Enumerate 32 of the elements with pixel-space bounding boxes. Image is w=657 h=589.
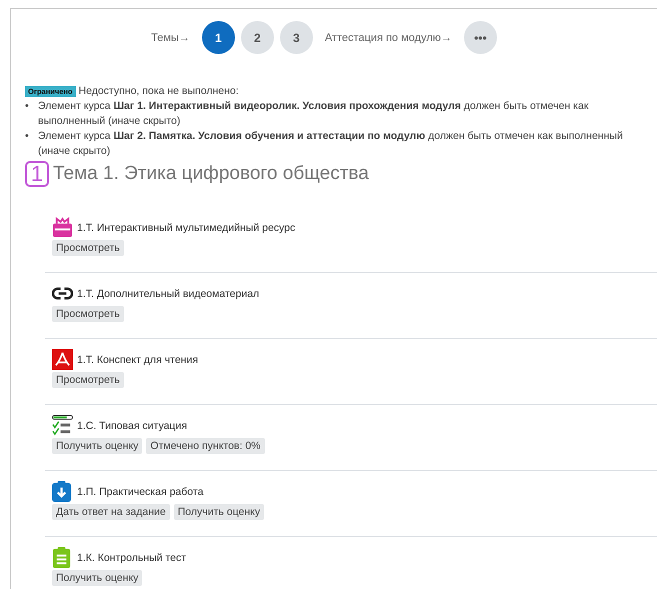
activity-button[interactable]: Просмотреть [52,306,124,322]
activity-button[interactable]: Просмотреть [52,240,124,256]
clipboard-icon [52,547,73,568]
pdf-icon [52,349,73,370]
activity-link[interactable]: 1.П. Практическая работа [77,486,204,498]
download-icon [52,481,73,502]
topic-button[interactable]: 2 [240,21,274,54]
checklist-icon [52,415,73,436]
section-number-icon: 1 [25,161,49,187]
restriction-condition: Элемент курса Шаг 2. Памятка. Условия обучения и аттестации по модулю должен быть отмечен как выполненный (иначе скрыто) [38,129,624,159]
bullet: • [25,129,30,144]
restriction-condition: Элемент курса Шаг 1. Интерактивный видеоролик. Условия прохождения модуля должен быть отмечен как выполненный (иначе скрыто) [38,99,590,129]
activity-link[interactable]: 1.Т. Конспект для чтения [77,354,198,366]
topic-button[interactable]: 3 [280,21,313,54]
activity-link[interactable]: 1.К. Контрольный тест [77,552,186,564]
activity-link[interactable]: 1.С. Типовая ситуация [77,420,187,432]
activity-button[interactable]: Дать ответ на задание [52,504,170,520]
activity-button[interactable]: Получить оценку [52,438,142,454]
topic-button[interactable]: 1 [202,21,235,54]
nav-label: Аттестация по модулю→ [324,32,452,44]
activity-button[interactable]: Просмотреть [52,372,124,388]
section-title: Тема 1. Этика цифрового общества [53,163,369,185]
bullet: • [25,99,30,114]
restriction-intro: Недоступно, пока не выполнено: [78,85,239,97]
activity-link[interactable]: 1.Т. Дополнительный видеоматериал [77,288,260,300]
topic-button[interactable]: ••• [464,21,497,54]
activity-button[interactable]: Отмечено пунктов: 0% [146,438,265,454]
activity-link[interactable]: 1.Т. Интерактивный мультимедийный ресурс [77,222,296,234]
nav-label: Темы→ [151,32,190,44]
gift-icon [52,217,73,238]
activity-button[interactable]: Получить оценку [52,570,142,586]
activity-button[interactable]: Получить оценку [174,504,264,520]
